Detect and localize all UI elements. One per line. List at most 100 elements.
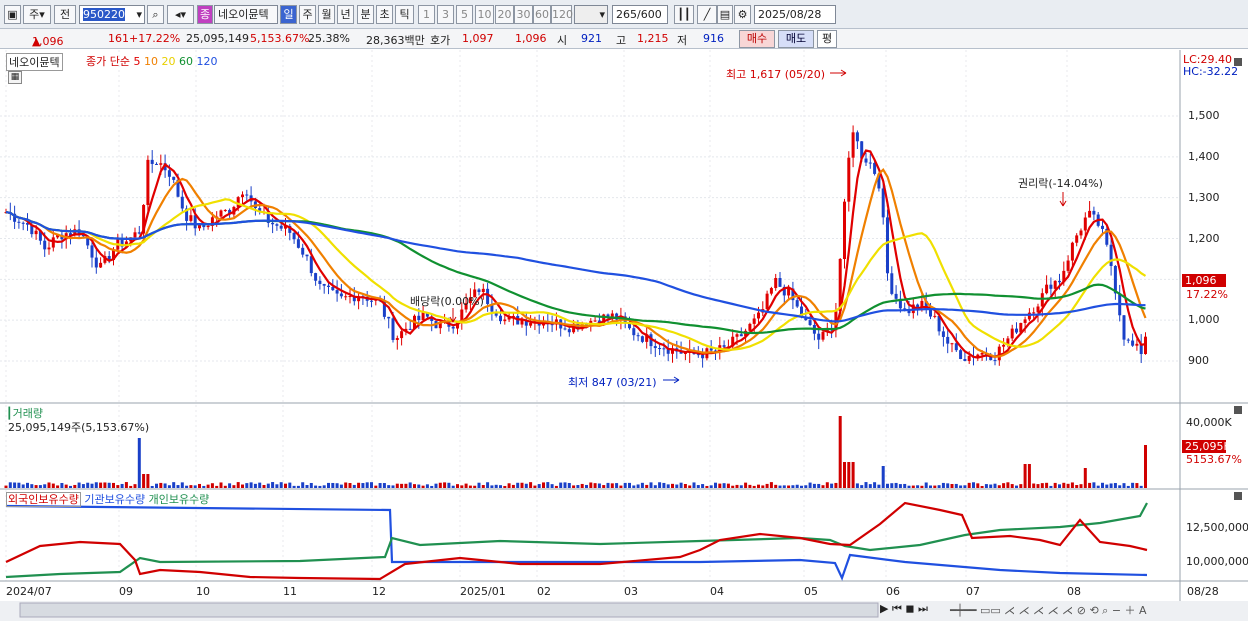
open-value: 921 [581,32,602,45]
candle-body [701,354,705,359]
stock-code-input[interactable]: 950220 ▾ [79,5,145,24]
volume-bar [847,462,851,488]
bar-count-input[interactable]: 265/600 [612,5,668,24]
interval-10[interactable]: 10 [475,5,494,24]
candle-icon[interactable]: ┃┃ [674,5,694,24]
gear-icon[interactable]: ⚙ [734,5,751,24]
candle-body [1075,235,1079,243]
interval-1[interactable]: 1 [418,5,435,24]
volume-bar [576,485,580,488]
candle-body [275,224,279,226]
candle-body [90,245,94,258]
volume-bar [172,482,176,488]
volume-bar [683,483,687,488]
volume-bar [1058,484,1061,488]
amount: 28,363백만 [366,34,425,47]
x-tick-label: 03 [624,585,638,598]
avg-button[interactable]: 평 [817,30,837,48]
volume-bar [735,484,739,488]
sound-icon[interactable]: ◂▾ [167,5,194,24]
volume-bar [812,483,816,488]
interval-20[interactable]: 20 [495,5,514,24]
tab-tick[interactable]: 틱 [395,5,414,24]
volume-bar [189,485,193,488]
legend-foreign[interactable]: 외국인보유수량 [6,492,81,507]
volume-bar [309,482,313,488]
volume-bar [946,483,950,488]
volume-bar [133,484,137,488]
volume-bar [1070,482,1074,488]
candle-body [133,232,137,238]
volume-bar [1101,482,1104,488]
volume-bar [391,485,395,488]
volume-bar [567,482,571,488]
volume-bar [314,485,318,488]
sell-button[interactable]: 매도 [778,30,814,48]
interval-5[interactable]: 5 [456,5,473,24]
chart-scrollbar[interactable] [19,602,879,618]
date-input[interactable]: 2025/08/28 [754,5,836,24]
tab-month[interactable]: 월 [318,5,335,24]
volume-bar [241,484,244,488]
pct-tag: 17.22% [1186,288,1228,301]
volume-bar [701,484,705,488]
save-icon[interactable]: ▤ [717,5,733,24]
volume-bar [155,483,158,488]
volume-bar [305,485,309,488]
tab-week[interactable]: 주 [299,5,316,24]
tab-second[interactable]: 초 [376,5,393,24]
volume-bar [490,485,494,488]
draw-tools-icon[interactable]: ╱ [697,5,717,24]
volume-bar [456,484,459,488]
tab-year[interactable]: 년 [337,5,354,24]
candle-body [189,215,193,221]
volume-bar [77,482,81,488]
interval-3[interactable]: 3 [437,5,454,24]
search-icon[interactable]: ⌕ [147,5,164,24]
volume-bar [916,485,920,488]
volume-bar [1139,485,1143,488]
legend-institution[interactable]: 기관보유수량 [84,493,145,506]
prev-button[interactable]: 전 [54,5,76,24]
interval-120[interactable]: 120 [551,5,573,24]
x-tick-label: 09 [119,585,133,598]
volume-bar [954,483,958,488]
interval-30[interactable]: 30 [514,5,533,24]
type-select[interactable]: 주▾ [23,5,51,24]
tab-minute[interactable]: 분 [357,5,374,24]
volume-bar [468,485,472,488]
candle-body [481,288,485,293]
table-icon[interactable]: ▦ [8,71,22,84]
interval-60[interactable]: 60 [533,5,551,24]
volume-bar [976,483,980,488]
candle-body [241,194,244,198]
candle-body [563,328,567,330]
volume-bar [593,483,597,488]
volume-bar [421,485,425,488]
interval-input[interactable]: ▾ [574,5,608,24]
candle-body [757,312,760,319]
volume-bar [769,482,773,488]
volume-bar [34,485,38,488]
candle-body [1023,319,1027,323]
volume-close-icon[interactable] [1234,406,1242,414]
legend-individual[interactable]: 개인보유수량 [149,493,210,506]
price-close-icon[interactable] [1234,58,1242,66]
chart-area[interactable] [0,50,1248,621]
tab-day[interactable]: 일 [280,5,297,24]
volume-bar [262,484,266,488]
volume-bar [301,482,305,488]
holdings-close-icon[interactable] [1234,492,1242,500]
scroll-controls[interactable]: ▶ ⏮ ◼ ⏭ [880,602,928,616]
buy-button[interactable]: 매수 [739,30,775,48]
candle-body [640,336,644,342]
holdings-y-tick-2: 10,000,000 [1186,555,1248,568]
candle-body [271,222,275,225]
drawing-tools[interactable]: ━┿━━ ▭▭ ⋌ ⋌ ⋌ ⋌ ⋌ ⊘ ⟲ ⌕ − ＋ A [950,602,1147,618]
candle-body [322,284,326,286]
volume-bar [602,485,606,488]
chart-menu-icon[interactable]: ▣ [4,5,21,24]
legend-stock-name[interactable]: 네오이뮨텍 [6,53,63,71]
candle-body [279,225,283,229]
x-tick-label: 12 [372,585,386,598]
